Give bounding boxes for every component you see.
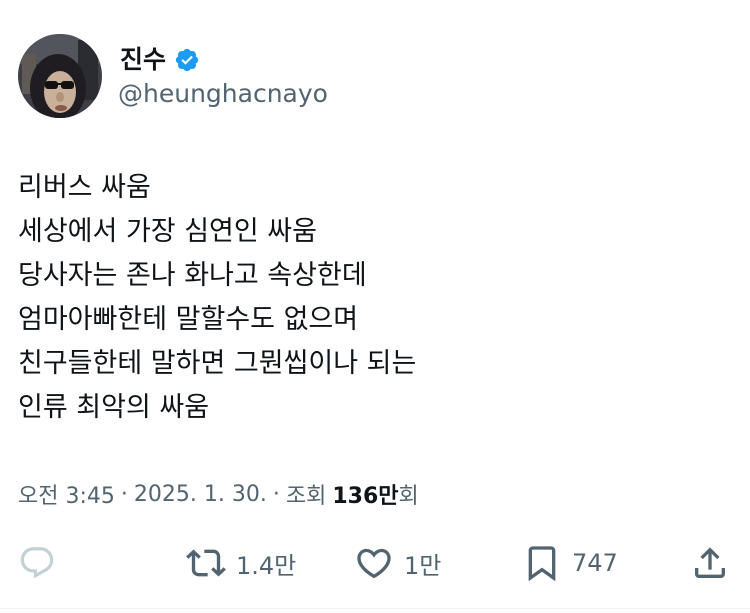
reply-icon xyxy=(18,544,56,582)
retweet-button[interactable]: 1.4만 xyxy=(186,540,296,586)
share-icon xyxy=(690,543,730,583)
like-button[interactable]: 1만 xyxy=(354,540,441,586)
retweet-count: 1.4만 xyxy=(236,551,297,580)
meta-separator: · xyxy=(120,481,128,507)
tweet-line: 당사자는 존나 화나고 속상한데 xyxy=(18,260,367,291)
tweet-line: 인류 최악의 싸움 xyxy=(18,392,210,423)
bookmark-icon xyxy=(522,543,562,583)
bottom-divider xyxy=(0,608,750,609)
heart-icon xyxy=(354,543,394,583)
author-handle[interactable]: @heunghacnayo xyxy=(118,76,328,112)
tweet-meta: 오전 3:45 · 2025. 1. 30. · 조회 136만 회 xyxy=(18,474,419,514)
bookmark-count: 747 xyxy=(572,549,618,577)
tweet-line: 친구들한테 말하면 그뭔씹이나 되는 xyxy=(18,348,417,379)
bookmark-button[interactable]: 747 xyxy=(522,540,618,586)
tweet-date[interactable]: 2025. 1. 30. xyxy=(134,482,267,507)
meta-separator: · xyxy=(272,481,280,507)
tweet-line: 리버스 싸움 xyxy=(18,172,151,203)
tweet-text: 리버스 싸움 세상에서 가장 심연인 싸움 당사자는 존나 화나고 속상한데 엄… xyxy=(18,166,718,430)
retweet-icon xyxy=(186,543,226,583)
avatar-image xyxy=(18,34,102,118)
tweet-line: 세상에서 가장 심연인 싸움 xyxy=(18,216,317,247)
like-count: 1만 xyxy=(404,551,442,580)
author-name-row[interactable]: 진수 xyxy=(120,40,200,80)
author-avatar[interactable] xyxy=(18,34,102,118)
reply-button[interactable] xyxy=(18,540,56,586)
tweet-time[interactable]: 오전 3:45 xyxy=(18,478,115,510)
share-button[interactable] xyxy=(690,540,730,586)
author-display-name[interactable]: 진수 xyxy=(120,40,166,80)
views-suffix: 회 xyxy=(398,484,419,509)
views-count[interactable]: 136만 xyxy=(332,478,398,510)
tweet-line: 엄마아빠한테 말할수도 없으며 xyxy=(18,304,359,335)
verified-badge-icon[interactable] xyxy=(174,47,200,73)
views-prefix: 조회 xyxy=(285,484,327,509)
